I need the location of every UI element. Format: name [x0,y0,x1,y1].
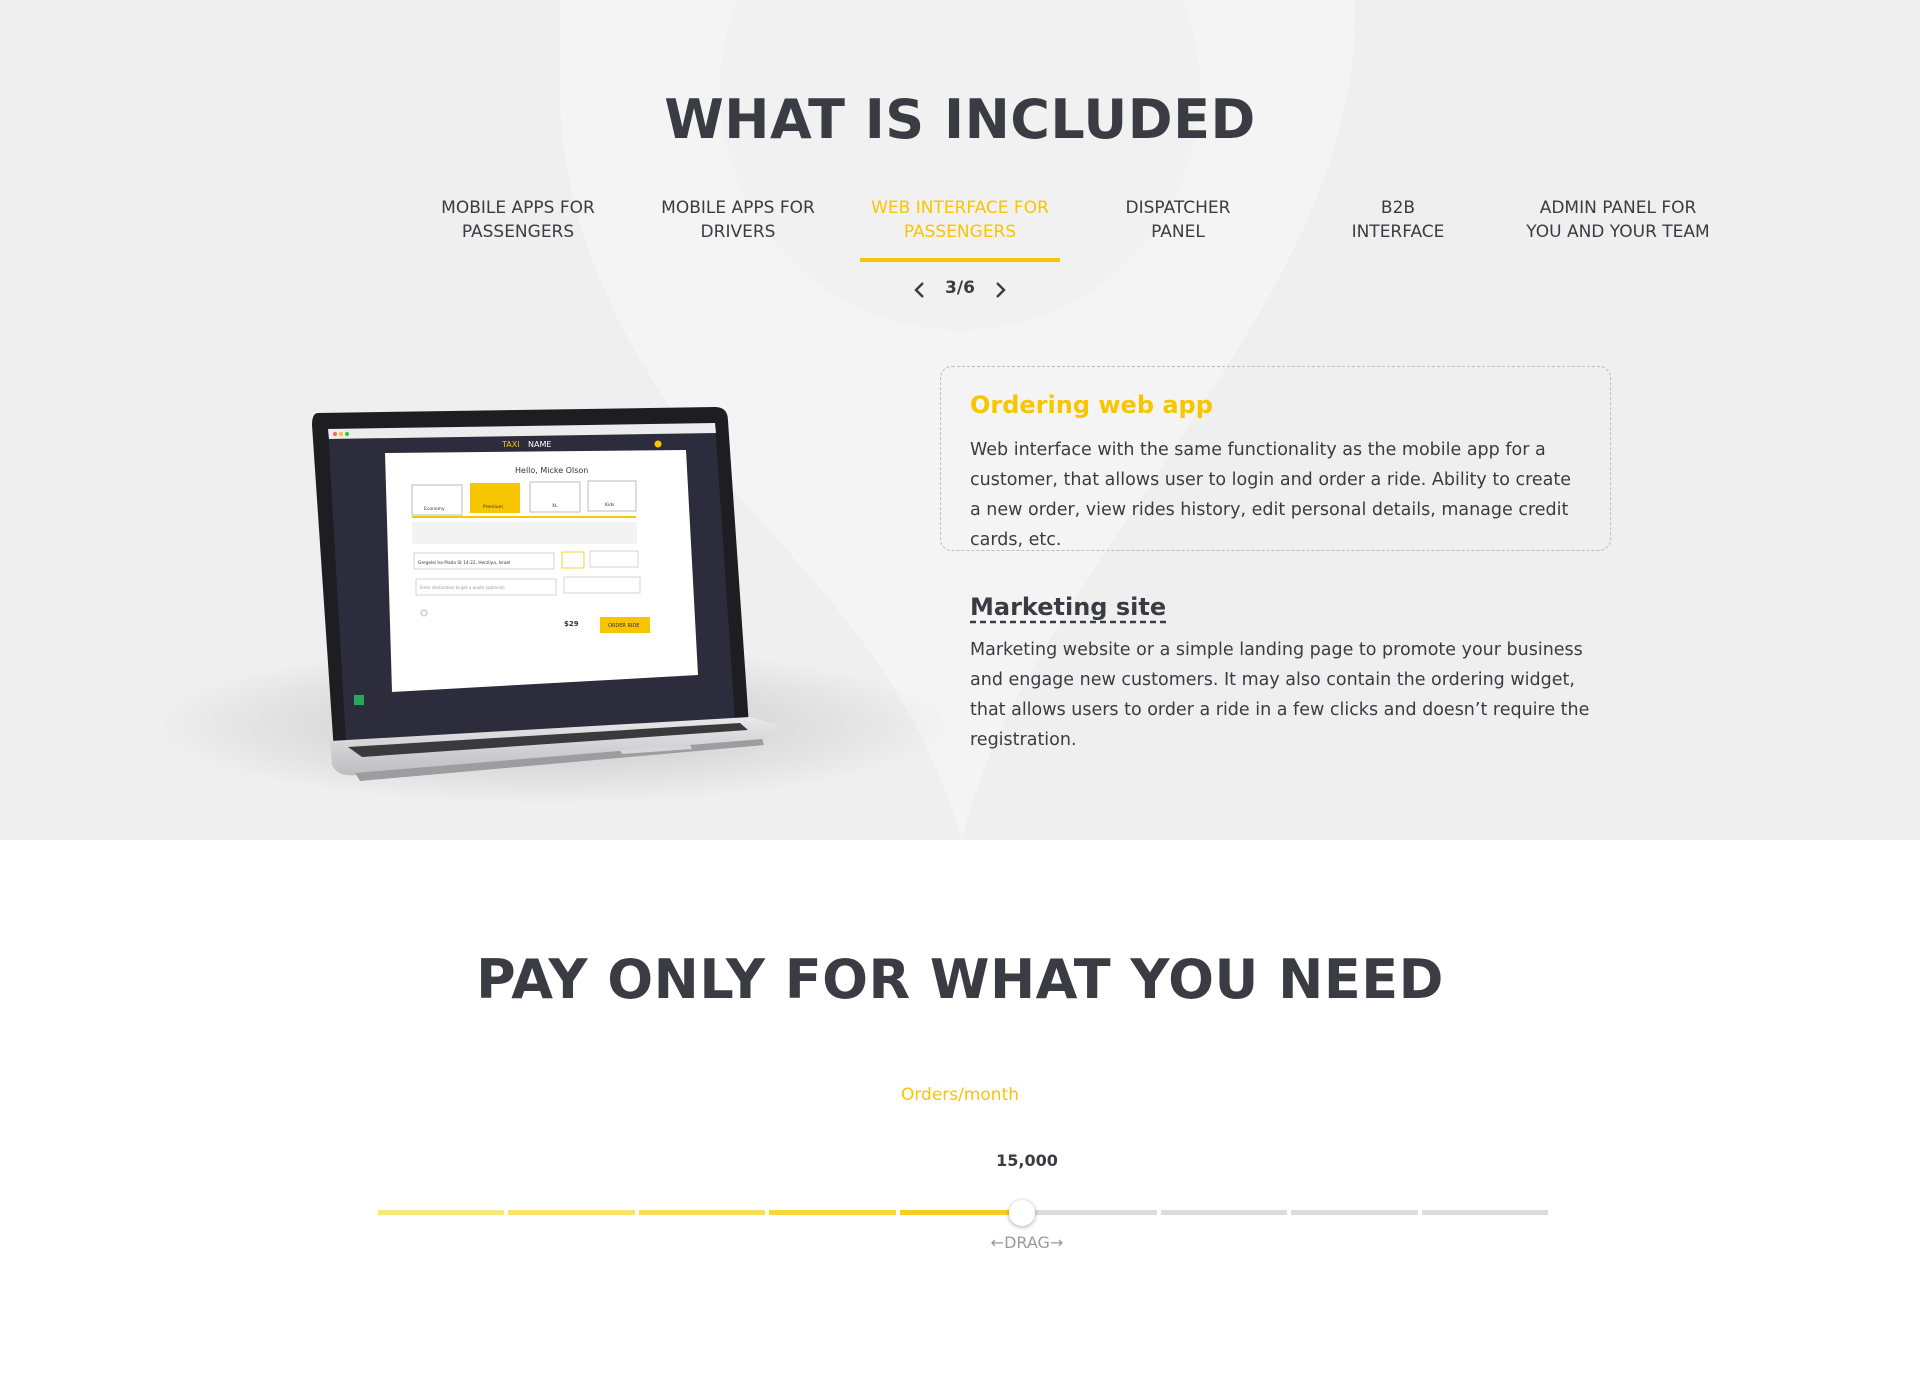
tab-label-line1: MOBILE APPS FOR [661,198,815,218]
feature-card-ordering-web-app: Ordering web app Web interface with the … [940,366,1611,551]
drag-label: DRAG [1004,1233,1050,1252]
arrow-right-icon: → [1049,1233,1064,1252]
laptop-class-2: XL [552,503,558,509]
laptop-class-3: Kids [605,502,615,508]
laptop-price: $29 [564,620,579,628]
tab-label-line1: WEB INTERFACE FOR [871,198,1049,218]
laptop-class-0: Economy [424,506,445,512]
tab-mobile-apps-passengers[interactable]: MOBILE APPS FOR PASSENGERS [418,196,618,262]
slider-segment-filled [769,1210,896,1215]
tab-pager: 3/6 [900,276,1020,304]
laptop-greeting: Hello, Micke Olson [515,466,588,475]
laptop-mockup-image: TAXI NAME Hello, Micke Olson Economy Pre… [150,407,950,805]
drag-hint: ←DRAG→ [960,1233,1094,1252]
orders-per-month-label: Orders/month [900,1085,1020,1105]
laptop-order-button: ORDER RIDE [608,623,639,629]
tab-label-line1: ADMIN PANEL FOR [1539,198,1697,218]
tab-label-line2: PASSENGERS [461,222,575,242]
slider-thumb[interactable] [1008,1200,1035,1226]
slider-segment-filled [899,1210,1022,1215]
feature-description: Web interface with the same functionalit… [970,440,1572,550]
feature-title: Ordering web app [970,391,1213,419]
slider-segment-empty [1291,1210,1418,1215]
tab-dispatcher-panel[interactable]: DISPATCHER PANEL [1078,196,1278,262]
tab-b2b-interface[interactable]: B2B INTERFACE [1298,196,1498,262]
feature-title-link[interactable]: Marketing site [970,593,1590,621]
pricing-title: PAY ONLY FOR WHAT YOU NEED [476,948,1444,1011]
tab-web-interface-passengers[interactable]: WEB INTERFACE FOR PASSENGERS [860,196,1060,262]
laptop-brand-taxi: TAXI [501,440,520,449]
slider-segment-filled [638,1210,766,1215]
slider-segment-empty [1030,1210,1157,1215]
tab-label-line2: PASSENGERS [903,222,1017,242]
tab-label-line2: INTERFACE [1351,222,1445,242]
tab-mobile-apps-drivers[interactable]: MOBILE APPS FOR DRIVERS [638,196,838,262]
included-section: WHAT IS INCLUDED MOBILE APPS FOR PASSENG… [0,0,1920,840]
laptop-destination-placeholder: Enter destination to get a quote (option… [420,585,505,590]
laptop-brand-name: NAME [528,440,551,449]
tab-label-line2: PANEL [1151,222,1205,242]
tab-label-line1: MOBILE APPS FOR [441,198,595,218]
orders-slider[interactable] [378,1200,1548,1230]
arrow-left-icon: ← [990,1233,1005,1252]
chevron-right-icon[interactable] [988,278,1012,302]
feature-tabs: MOBILE APPS FOR PASSENGERS MOBILE APPS F… [0,196,1920,264]
feature-card-marketing-site[interactable]: Marketing site Marketing website or a si… [970,593,1590,755]
chevron-left-icon[interactable] [908,278,932,302]
feature-description: Marketing website or a simple landing pa… [970,640,1590,750]
slider-segment-filled [508,1210,635,1215]
tab-label-line2: DRIVERS [700,222,776,242]
pager-current: 3 [945,278,957,298]
laptop-pickup-address: Gergelei ha-Piada St 14-22, Herzliya, Is… [418,560,510,566]
pager-total: 6 [963,278,975,298]
pager-count: 3/6 [930,278,990,298]
tab-label-line1: DISPATCHER [1125,198,1231,218]
tab-label-line2: YOU AND YOUR TEAM [1526,222,1710,242]
slider-value: 15,000 [996,1151,1058,1170]
slider-segment-empty [1421,1210,1548,1215]
tab-admin-panel[interactable]: ADMIN PANEL FOR YOU AND YOUR TEAM [1508,196,1728,262]
included-title: WHAT IS INCLUDED [664,88,1256,151]
slider-segment-filled [378,1210,505,1215]
laptop-class-1: Premium [483,504,503,510]
slider-segment-empty [1160,1210,1288,1215]
tab-label-line1: B2B [1380,198,1416,218]
